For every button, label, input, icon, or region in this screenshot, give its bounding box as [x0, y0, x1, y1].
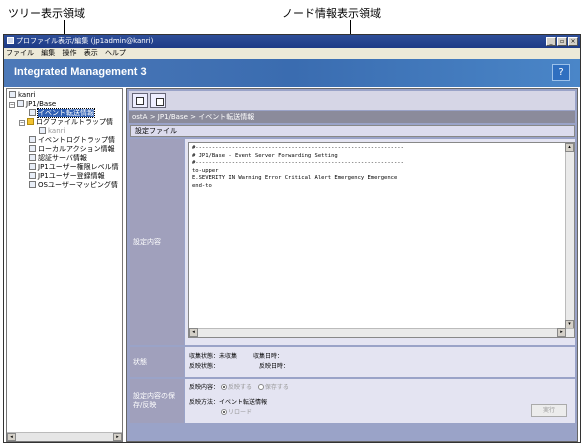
host-icon — [9, 91, 16, 98]
tree-node-local-action[interactable]: ローカルアクション情報 — [29, 145, 115, 154]
node-toolbar — [129, 91, 575, 110]
file-line: E.SEVERITY IN Warning Error Critical Ale… — [192, 175, 398, 181]
window-title: プロファイル表示/編集 (jp1admin@kanri) — [16, 37, 154, 45]
tree-horizontal-scrollbar[interactable]: ◂ ▸ — [7, 432, 122, 441]
product-banner: Integrated Management 3 ? — [4, 59, 580, 87]
file-line: to-upper — [192, 167, 219, 174]
status-label: 状態 — [130, 347, 184, 377]
tree-node-eventlog-trap[interactable]: イベントログトラップ情 — [29, 136, 115, 145]
editor-vertical-scrollbar[interactable]: ▴ ▾ — [565, 143, 574, 329]
product-name: Integrated Management 3 — [14, 66, 147, 78]
document-icon — [29, 109, 36, 116]
menu-operation[interactable]: 操作 — [62, 48, 76, 59]
file-line: #---------------------------------------… — [192, 145, 404, 151]
copy-icon[interactable] — [132, 93, 148, 108]
save-apply-label: 設定内容の保存/反映 — [130, 379, 184, 423]
scroll-right-icon[interactable]: ▸ — [113, 433, 122, 441]
tree-node-user-permission[interactable]: JP1ユーザー権限レベル情 — [29, 163, 119, 172]
menu-file[interactable]: ファイル — [6, 48, 34, 59]
tree-node-logfile-trap[interactable]: − ログファイルトラップ情 — [19, 118, 113, 127]
application-window: プロファイル表示/編集 (jp1admin@kanri) _ ▫ × ファイル … — [3, 34, 581, 443]
document-icon — [29, 172, 36, 179]
document-icon — [29, 163, 36, 170]
menu-view[interactable]: 表示 — [84, 48, 98, 59]
scroll-left-icon[interactable]: ◂ — [7, 433, 16, 441]
apply-radio[interactable]: 反映する — [220, 384, 252, 391]
apply-content-row: 反映内容： 反映する 保存する — [189, 384, 289, 391]
node-info-pane: ostA > JP1/Base > イベント転送情報 設定ファイル 設定内容 #… — [126, 88, 578, 442]
file-line: end-to — [192, 182, 212, 189]
tree-pane: kanri − JP1/Base イベント転送情報 − ログファイルトラップ情 ka… — [6, 88, 123, 442]
settings-content-label: 設定内容 — [130, 139, 184, 345]
product-icon — [17, 100, 24, 107]
tree-node-logfile-trap-kanri[interactable]: kanri — [39, 127, 65, 136]
document-icon — [29, 181, 36, 188]
tree-area-callout: ツリー表示領域 — [8, 7, 85, 20]
folder-icon — [27, 118, 34, 125]
tree-node-user-registration[interactable]: JP1ユーザー登録情報 — [29, 172, 105, 181]
page: ツリー表示領域 ノード情報表示領域 プロファイル表示/編集 (jp1admin@… — [0, 0, 584, 447]
status-cell: 収集状態：未収集 収集日時： 反映状態： 反映日時： — [185, 347, 575, 377]
collapse-icon[interactable]: − — [19, 120, 25, 126]
paste-icon[interactable] — [150, 93, 166, 108]
file-line: # JP1/Base - Event Server Forwarding Set… — [192, 152, 338, 159]
maximize-button[interactable]: ▫ — [557, 37, 567, 46]
menu-edit[interactable]: 編集 — [41, 48, 55, 59]
title-bar: プロファイル表示/編集 (jp1admin@kanri) _ ▫ × — [4, 35, 580, 48]
document-icon — [29, 145, 36, 152]
document-icon — [29, 136, 36, 143]
close-button[interactable]: × — [568, 37, 578, 46]
node-area-callout: ノード情報表示領域 — [282, 7, 381, 20]
save-apply-cell: 反映内容： 反映する 保存する 反映方法：イベント転送情報 リロード 実行 — [185, 379, 575, 423]
scroll-right-icon[interactable]: ▸ — [557, 328, 566, 337]
scroll-left-icon[interactable]: ◂ — [189, 328, 198, 337]
collect-status-row: 収集状態：未収集 収集日時： — [189, 353, 283, 360]
tree-node-jp1base[interactable]: − JP1/Base — [9, 100, 56, 109]
collapse-icon[interactable]: − — [9, 102, 15, 108]
app-icon — [7, 37, 14, 44]
scroll-up-icon[interactable]: ▴ — [565, 143, 574, 152]
settings-content-cell: #---------------------------------------… — [185, 139, 575, 345]
document-icon — [39, 127, 46, 134]
minimize-button[interactable]: _ — [546, 37, 556, 46]
execute-button[interactable]: 実行 — [531, 404, 567, 417]
tab-settings-file[interactable]: 設定ファイル — [130, 125, 575, 137]
tree-node-host[interactable]: kanri — [9, 91, 35, 100]
tree-node-os-user-mapping[interactable]: OSユーザーマッピング情 — [29, 181, 118, 190]
apply-status-row: 反映状態： 反映日時： — [189, 363, 289, 370]
reload-radio[interactable]: リロード — [221, 409, 252, 417]
tree-node-event-forwarding[interactable]: イベント転送情報 — [29, 108, 95, 118]
tree-node-auth-server[interactable]: 認証サーバ情報 — [29, 154, 87, 163]
breadcrumb: ostA > JP1/Base > イベント転送情報 — [129, 111, 575, 123]
document-icon — [29, 154, 36, 161]
editor-horizontal-scrollbar[interactable]: ◂ ▸ — [189, 328, 574, 337]
file-line: #---------------------------------------… — [192, 160, 404, 166]
save-radio[interactable]: 保存する — [257, 384, 289, 391]
menu-bar: ファイル 編集 操作 表示 ヘルプ — [4, 48, 580, 59]
menu-help[interactable]: ヘルプ — [105, 48, 126, 59]
settings-file-editor[interactable]: #---------------------------------------… — [188, 142, 575, 338]
help-button[interactable]: ? — [552, 64, 570, 81]
apply-method-row: 反映方法：イベント転送情報 — [189, 399, 268, 406]
collect-state-value: 未収集 — [219, 353, 238, 360]
